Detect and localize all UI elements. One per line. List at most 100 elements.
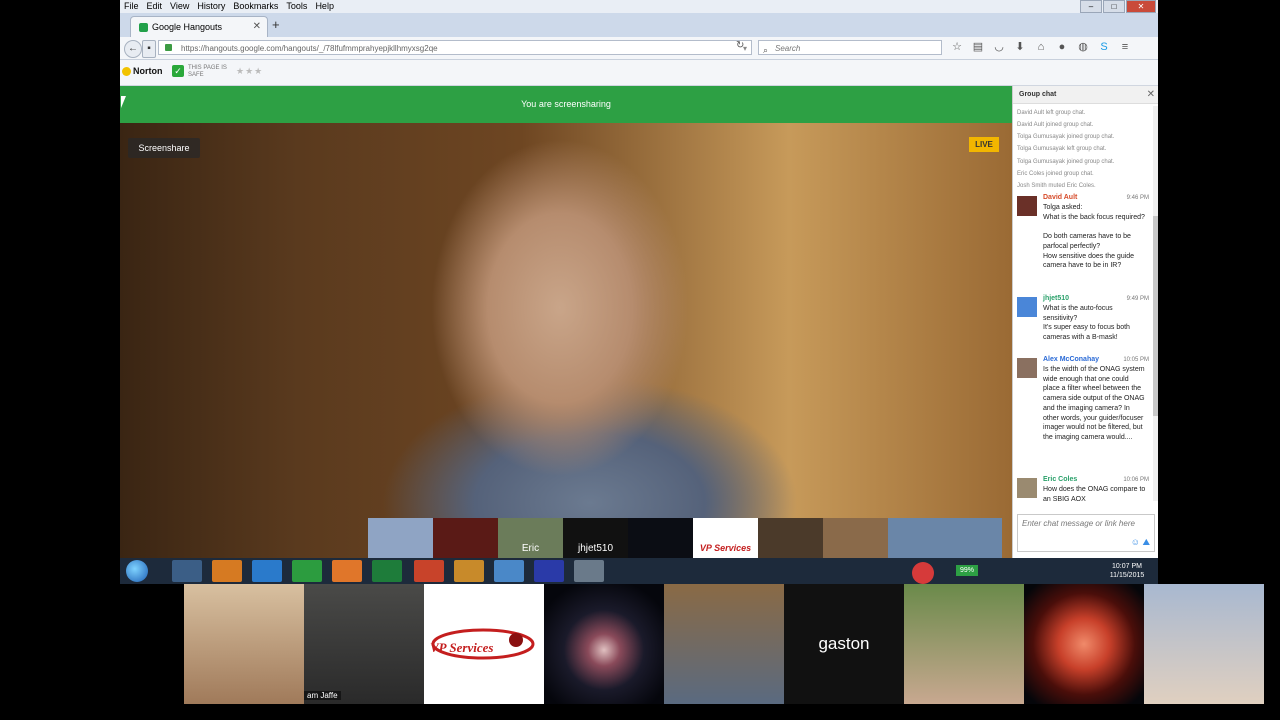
window-controls: – □ ✕ — [1080, 0, 1156, 13]
emoji-icon[interactable]: ☺ ⛰ — [1131, 536, 1150, 548]
reload-icon[interactable]: ↻ — [736, 40, 744, 51]
filmstrip-tile[interactable] — [368, 518, 433, 558]
filmstrip-tile[interactable] — [888, 518, 1002, 558]
chat-bubble-icon[interactable]: ● — [1055, 40, 1069, 54]
maximize-button[interactable]: □ — [1103, 0, 1125, 13]
powerpoint-icon[interactable] — [414, 560, 444, 582]
avatar — [1017, 196, 1037, 216]
app-icon[interactable] — [494, 560, 524, 582]
participant-tile[interactable] — [664, 584, 784, 704]
message-time: 9:49 PM — [1126, 296, 1149, 302]
home-icon[interactable]: ⌂ — [1034, 40, 1048, 54]
participant-name: gaston — [818, 634, 870, 653]
mouse-cursor-icon — [121, 96, 126, 108]
search-input[interactable]: ⌕ Search — [758, 40, 942, 55]
participant-tile[interactable] — [544, 584, 664, 704]
message-body: What is the auto-focus sensitivity? It's… — [1043, 305, 1130, 342]
app-icon[interactable] — [574, 560, 604, 582]
filmstrip-tile[interactable] — [433, 518, 498, 558]
explorer-icon[interactable] — [172, 560, 202, 582]
system-message: David Ault joined group chat. — [1017, 122, 1094, 128]
page-icon: ▪ — [142, 40, 156, 58]
participant-tile[interactable] — [1144, 584, 1264, 704]
chrome-icon[interactable] — [292, 560, 322, 582]
internet-explorer-icon[interactable] — [252, 560, 282, 582]
hangout-main: You are screensharing Screenshare LIVE E… — [120, 86, 1012, 558]
message-time: 10:05 PM — [1123, 357, 1149, 363]
menu-view[interactable]: View — [166, 0, 193, 11]
menu-help[interactable]: Help — [311, 0, 338, 11]
participant-tile[interactable]: VP Services — [424, 584, 544, 704]
screenshare-button[interactable]: Screenshare — [128, 138, 200, 158]
participant-tile[interactable] — [1024, 584, 1144, 704]
app-icon[interactable] — [372, 560, 402, 582]
avatar — [1017, 478, 1037, 498]
skype-icon[interactable]: S — [1097, 40, 1111, 54]
pocket-icon[interactable]: ◡ — [992, 40, 1006, 54]
scrollbar-thumb[interactable] — [1153, 216, 1158, 416]
menu-file[interactable]: File — [120, 0, 143, 11]
navigation-bar: ← ▪ https://hangouts.google.com/hangouts… — [120, 37, 1158, 60]
system-message: David Ault left group chat. — [1017, 110, 1086, 116]
message-body: Tolga asked: What is the back focus requ… — [1043, 204, 1145, 270]
message-author: Alex McConahay — [1043, 356, 1100, 363]
close-window-button[interactable]: ✕ — [1126, 0, 1156, 13]
filmstrip-tile[interactable] — [823, 518, 888, 558]
chat-header: Group chat ✕ — [1013, 86, 1158, 104]
tab-bar: Google Hangouts ✕ + — [120, 13, 1158, 38]
system-message: Josh Smith muted Eric Coles. — [1017, 183, 1096, 189]
filmstrip: Eric jhjet510 VP Services — [368, 518, 1002, 558]
filmstrip-tile[interactable] — [758, 518, 823, 558]
filmstrip-tile[interactable] — [628, 518, 693, 558]
filmstrip-tile[interactable]: jhjet510 — [563, 518, 628, 558]
menu-history[interactable]: History — [193, 0, 229, 11]
participant-tile[interactable]: gaston — [784, 584, 904, 704]
menu-tools[interactable]: Tools — [282, 0, 311, 11]
windows-taskbar: 99% 10:07 PM 11/15/2015 — [120, 558, 1158, 584]
toolbar-icons: ☆ ▤ ◡ ⬇ ⌂ ● ◍ S ≡ — [950, 40, 1132, 54]
message-time: 9:46 PM — [1126, 195, 1149, 201]
back-button[interactable]: ← — [124, 40, 142, 58]
bookmark-star-icon[interactable]: ☆ — [950, 40, 964, 54]
message-body: How does the ONAG compare to an SBIG AOX — [1043, 486, 1148, 503]
participant-tile[interactable] — [184, 584, 304, 704]
close-chat-icon[interactable]: ✕ — [1147, 86, 1155, 104]
group-chat-panel: Group chat ✕ David Ault left group chat.… — [1012, 86, 1158, 558]
chat-message: Eric Coles 10:06 PM How does the ONAG co… — [1015, 476, 1151, 510]
filmstrip-tile[interactable]: Eric — [498, 518, 563, 558]
close-tab-icon[interactable]: ✕ — [253, 17, 261, 37]
live-badge: LIVE — [969, 137, 999, 152]
avatar — [1017, 358, 1037, 378]
app-icon[interactable] — [534, 560, 564, 582]
hamburger-menu-icon[interactable]: ≡ — [1118, 40, 1132, 54]
download-icon[interactable]: ⬇ — [1013, 40, 1027, 54]
media-player-icon[interactable] — [212, 560, 242, 582]
norton-logo[interactable]: Norton — [122, 66, 163, 77]
participant-tile[interactable]: am Jaffe — [304, 584, 424, 704]
chat-scrollbar[interactable] — [1153, 106, 1158, 501]
menu-bookmarks[interactable]: Bookmarks — [229, 0, 282, 11]
new-tab-button[interactable]: + — [272, 17, 280, 32]
start-button[interactable] — [126, 560, 148, 582]
message-author: David Ault — [1043, 194, 1078, 201]
menu-edit[interactable]: Edit — [143, 0, 167, 11]
participant-tile[interactable] — [904, 584, 1024, 704]
bookmarks-list-icon[interactable]: ▤ — [971, 40, 985, 54]
system-message: Tolga Gumusayak left group chat. — [1017, 146, 1107, 152]
minimize-button[interactable]: – — [1080, 0, 1102, 13]
safe-check-icon: ✓ — [172, 65, 184, 77]
chat-message: Alex McConahay 10:05 PM Is the width of … — [1015, 356, 1151, 474]
clock-date: 11/15/2015 — [1109, 572, 1145, 579]
avatar — [1017, 297, 1037, 317]
firefox-icon[interactable] — [332, 560, 362, 582]
url-bar[interactable]: https://hangouts.google.com/hangouts/_/7… — [158, 40, 752, 55]
chat-message-input[interactable]: Enter chat message or link here ☺ ⛰ — [1017, 514, 1155, 552]
tab-google-hangouts[interactable]: Google Hangouts ✕ — [130, 16, 268, 38]
globe-icon[interactable]: ◍ — [1076, 40, 1090, 54]
filmstrip-tile[interactable]: VP Services — [693, 518, 758, 558]
main-video[interactable]: Screenshare LIVE Eric jhjet510 VP Servic… — [120, 123, 1012, 558]
tray-app-icon[interactable] — [912, 562, 934, 584]
clock[interactable]: 10:07 PM 11/15/2015 — [1104, 562, 1150, 580]
matlab-icon[interactable] — [454, 560, 484, 582]
battery-indicator[interactable]: 99% — [956, 565, 978, 576]
